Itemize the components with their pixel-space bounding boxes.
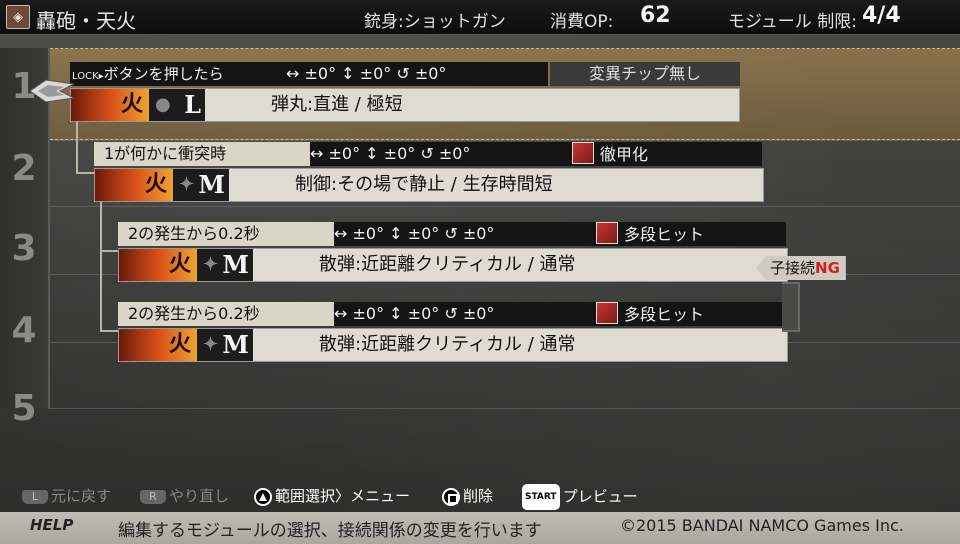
selection-cursor-icon xyxy=(30,79,74,103)
row-number: 2 xyxy=(11,148,37,189)
start-button-icon: START xyxy=(522,484,560,510)
condition-text: ボタンを押したら xyxy=(103,65,224,83)
r-button-icon: R xyxy=(140,489,166,504)
lock-prefix: LOCK▸ xyxy=(72,71,104,82)
connector-line xyxy=(100,330,118,333)
delete-control[interactable]: 削除 xyxy=(442,484,493,508)
module-body[interactable]: 火 ● L 弾丸:直進 / 極短 xyxy=(70,88,740,122)
row-number: 5 xyxy=(11,388,37,429)
barrel-type: 銃身:ショットガン xyxy=(364,12,506,32)
element-fire-icon: 火 xyxy=(119,329,197,361)
bullet-emblem-icon: ◈ xyxy=(6,5,30,29)
op-cost-label: 消費OP: xyxy=(550,12,614,32)
l-button-icon: L xyxy=(22,489,48,504)
triangle-button-icon xyxy=(254,487,272,506)
connector-line xyxy=(76,122,96,174)
row-divider xyxy=(48,408,960,409)
bullet-editor-screen: ◈ 轟砲・天火 銃身:ショットガン 消費OP: 62 モジュール 制限: 4/4… xyxy=(0,0,960,544)
module-2[interactable]: 1が何かに衝突時 ↔ ±0° ↕ ±0° ↺ ±0° 徹甲化 火 ✦ M 制御:そ… xyxy=(94,142,764,202)
row-number: 4 xyxy=(11,310,37,351)
controls-bar: L 元に戻す R やり直し 範囲選択〉メニュー 削除 START プレビュー xyxy=(0,484,960,510)
connector-line xyxy=(100,200,120,330)
module-angles: ↔ ±0° ↕ ±0° ↺ ±0° xyxy=(310,142,574,166)
module-1[interactable]: LOCK▸ボタンを押したら ↔ ±0° ↕ ±0° ↺ ±0° 変異チップ無し … xyxy=(70,62,740,122)
module-size: ✦ M xyxy=(197,329,253,361)
mutation-chip[interactable]: 多段ヒット xyxy=(596,302,786,326)
module-description: 散弾:近距離クリティカル / 通常 xyxy=(319,254,576,275)
chip-icon xyxy=(596,302,618,324)
module-condition[interactable]: 2の発生から0.2秒 xyxy=(118,222,334,246)
module-angles: ↔ ±0° ↕ ±0° ↺ ±0° xyxy=(286,64,447,83)
square-button-icon xyxy=(442,487,460,506)
module-angles: ↔ ±0° ↕ ±0° ↺ ±0° xyxy=(334,302,598,326)
module-body[interactable]: 火 ✦ M 散弾:近距離クリティカル / 通常 xyxy=(118,328,788,362)
mutation-chip[interactable]: 徹甲化 xyxy=(572,142,762,166)
child-connect-status: 子接続NG xyxy=(756,256,846,280)
child-connect-bracket xyxy=(782,282,800,332)
copyright: ©2015 BANDAI NAMCO Games Inc. xyxy=(620,516,904,535)
element-fire-icon: 火 xyxy=(119,249,197,281)
undo-control[interactable]: L 元に戻す xyxy=(22,484,111,508)
help-bar: HELP 編集するモジュールの選択、接続関係の変更を行います ©2015 BAN… xyxy=(0,512,960,544)
module-description: 制御:その場で静止 / 生存時間短 xyxy=(295,174,553,195)
preview-control[interactable]: START プレビュー xyxy=(522,484,638,510)
module-description: 弾丸:直進 / 極短 xyxy=(271,94,403,115)
mutation-chip[interactable]: 変異チップ無し xyxy=(550,62,740,86)
module-description: 散弾:近距離クリティカル / 通常 xyxy=(319,334,576,355)
help-text: 編集するモジュールの選択、接続関係の変更を行います xyxy=(118,521,542,541)
module-size: ✦ M xyxy=(197,249,253,281)
help-tag: HELP xyxy=(30,516,74,534)
row-number: 3 xyxy=(11,228,37,269)
op-cost-value: 62 xyxy=(640,3,671,28)
connector-line xyxy=(100,250,118,253)
module-size: ✦ M xyxy=(173,169,229,201)
header-bar: ◈ 轟砲・天火 銃身:ショットガン 消費OP: 62 モジュール 制限: 4/4 xyxy=(0,0,960,35)
row-divider xyxy=(48,206,960,207)
module-4[interactable]: 2の発生から0.2秒 ↔ ±0° ↕ ±0° ↺ ±0° 多段ヒット 火 ✦ M … xyxy=(118,302,788,362)
module-size: ● L xyxy=(149,89,205,121)
mutation-chip[interactable]: 多段ヒット xyxy=(596,222,786,246)
redo-control[interactable]: R やり直し xyxy=(140,484,229,508)
element-fire-icon: 火 xyxy=(71,89,149,121)
module-limit-label: モジュール 制限: xyxy=(728,12,857,32)
range-select-control[interactable]: 範囲選択〉メニュー xyxy=(254,484,410,508)
module-limit-value: 4/4 xyxy=(862,3,901,28)
module-condition[interactable]: 1が何かに衝突時 xyxy=(94,142,310,166)
element-fire-icon: 火 xyxy=(95,169,173,201)
chip-icon xyxy=(596,222,618,244)
module-condition[interactable]: 2の発生から0.2秒 xyxy=(118,302,334,326)
module-body[interactable]: 火 ✦ M 散弾:近距離クリティカル / 通常 xyxy=(118,248,788,282)
chip-icon xyxy=(572,142,594,164)
bullet-name: 轟砲・天火 xyxy=(36,9,136,33)
module-angles: ↔ ±0° ↕ ±0° ↺ ±0° xyxy=(334,222,598,246)
module-3[interactable]: 2の発生から0.2秒 ↔ ±0° ↕ ±0° ↺ ±0° 多段ヒット 火 ✦ M … xyxy=(118,222,788,282)
module-body[interactable]: 火 ✦ M 制御:その場で静止 / 生存時間短 xyxy=(94,168,764,202)
row-divider xyxy=(48,140,960,141)
